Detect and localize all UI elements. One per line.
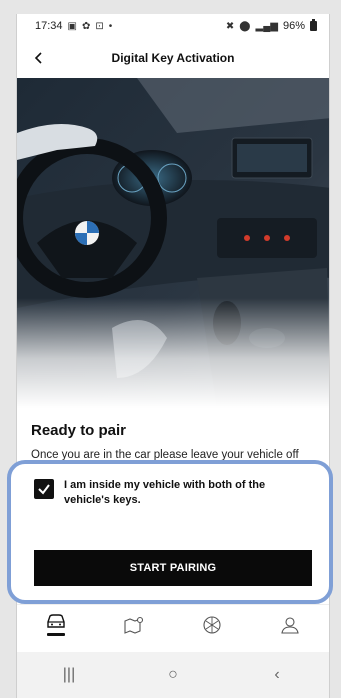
back-icon[interactable]: ‹: [257, 660, 297, 690]
status-bar: 17:34 ▣ ✿ ⊡ • ✖ ⬤ ▂▄▆ 96%: [17, 14, 329, 38]
settings-icon: ✿: [81, 20, 91, 32]
lte-signal-icon: ▂▄▆: [255, 20, 278, 32]
home-icon[interactable]: ○: [153, 660, 193, 690]
location-icon: ⬤: [239, 20, 251, 32]
map-pin-icon: [124, 616, 144, 634]
chevron-left-icon: [34, 52, 42, 64]
active-tab-indicator: [47, 633, 65, 636]
gallery-icon: ▣: [67, 20, 77, 32]
section-heading: Ready to pair: [31, 422, 127, 439]
confirm-keys-checkbox[interactable]: [34, 479, 54, 499]
system-navigation-bar: ||| ○ ‹: [17, 652, 329, 698]
tab-profile[interactable]: [270, 607, 310, 643]
status-left: 17:34 ▣ ✿ ⊡ •: [35, 20, 112, 32]
car-icon: [47, 614, 65, 628]
tab-explore[interactable]: [192, 607, 232, 643]
battery-icon: [310, 19, 317, 31]
tab-map[interactable]: [114, 607, 154, 643]
status-right: ✖ ⬤ ▂▄▆ 96%: [225, 19, 317, 32]
start-pairing-button[interactable]: START PAIRING: [34, 550, 312, 586]
profile-icon: [281, 616, 299, 634]
cast-icon: ⊡: [95, 20, 104, 32]
status-time: 17:34: [35, 20, 63, 32]
checkmark-icon: [38, 484, 50, 495]
dot-icon: •: [108, 20, 113, 32]
page-title: Digital Key Activation: [111, 51, 235, 65]
battery-percent: 96%: [282, 20, 305, 32]
back-button[interactable]: [25, 44, 53, 72]
recents-icon[interactable]: |||: [49, 660, 89, 690]
confirm-keys-label: I am inside my vehicle with both of the …: [64, 479, 266, 506]
car-interior-image: [17, 78, 329, 408]
tab-vehicle[interactable]: [36, 607, 76, 643]
highlighted-action-panel: I am inside my vehicle with both of the …: [7, 460, 333, 604]
mute-icon: ✖: [225, 20, 235, 32]
app-header: Digital Key Activation: [17, 38, 329, 78]
bottom-tab-bar: [17, 604, 329, 644]
globe-icon: [203, 615, 221, 634]
confirm-keys-row[interactable]: I am inside my vehicle with both of the …: [11, 464, 329, 508]
image-fade-overlay: [17, 298, 329, 408]
